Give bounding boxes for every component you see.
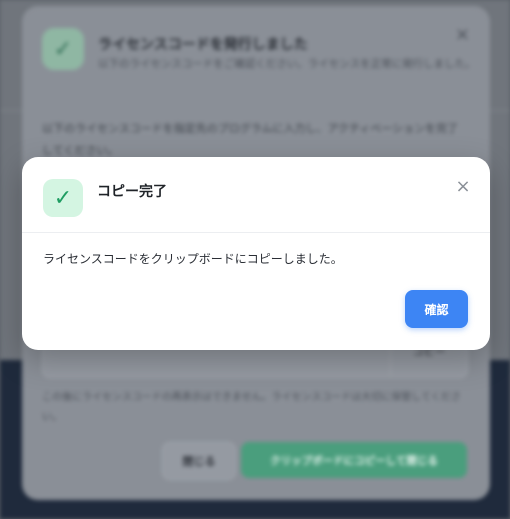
copy-and-close-button: クリップボードにコピーして閉じる xyxy=(241,442,467,478)
close-icon: × xyxy=(454,24,470,45)
underlying-dialog-subtitle: 以下のライセンスコードをご確認ください。ライセンスを正常に発行しました。 xyxy=(98,58,476,70)
underlying-dialog-description: 以下のライセンスコードを指定先のプログラムに入力し、アクティベーションを完了して… xyxy=(42,122,459,157)
underlying-close-button: 閉じる xyxy=(162,442,236,480)
modal-message: ライセンスコードをクリップボードにコピーしました。 xyxy=(43,252,343,266)
close-icon[interactable]: × xyxy=(452,175,474,197)
underlying-dialog-title: ライセンスコードを発行しました xyxy=(98,37,308,53)
underlying-dialog-note: この後にライセンスコードの再表示はできません。ライセンスコードは大切に保管してく… xyxy=(42,392,461,423)
check-icon: ✓ xyxy=(43,179,83,217)
copy-complete-modal: ✓ コピー完了 × ライセンスコードをクリップボードにコピーしました。 確認 xyxy=(22,157,490,350)
modal-title: コピー完了 xyxy=(97,184,167,200)
modal-header: ✓ コピー完了 × xyxy=(22,157,490,233)
check-icon: ✓ xyxy=(42,28,84,70)
confirm-button[interactable]: 確認 xyxy=(405,290,468,328)
